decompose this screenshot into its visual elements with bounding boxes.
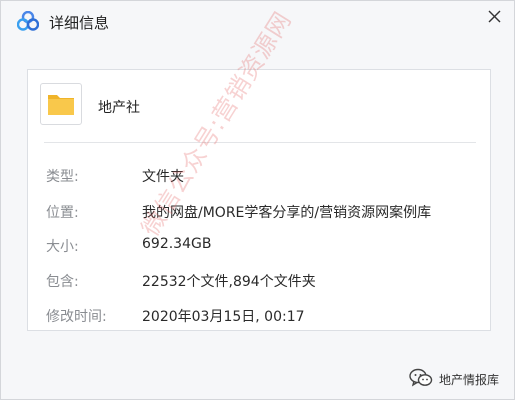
wechat-account-badge: 地产情报库 (409, 367, 511, 389)
size-value: 692.34GB (142, 236, 212, 252)
details-dialog: 详细信息 地产社 类型: 文件夹 位置: 我的网盘/MORE学客分享的/营销资源… (0, 0, 515, 400)
folder-name: 地产社 (98, 100, 140, 116)
dialog-title: 详细信息 (49, 14, 110, 32)
type-label: 类型: (46, 169, 79, 185)
folder-icon (48, 95, 74, 115)
divider (44, 142, 476, 143)
modified-time-label: 修改时间: (46, 309, 107, 325)
close-button[interactable] (479, 3, 511, 31)
type-value: 文件夹 (142, 169, 184, 185)
details-panel: 地产社 类型: 文件夹 位置: 我的网盘/MORE学客分享的/营销资源网案例库 … (27, 69, 491, 331)
size-label: 大小: (46, 239, 79, 255)
folder-thumbnail (40, 83, 82, 125)
title-bar: 详细信息 (1, 1, 514, 43)
contains-label: 包含: (46, 274, 79, 290)
contains-value: 22532个文件,894个文件夹 (142, 274, 316, 290)
location-value: 我的网盘/MORE学客分享的/营销资源网案例库 (142, 205, 432, 221)
wechat-account-name: 地产情报库 (439, 373, 500, 387)
close-icon (488, 10, 501, 23)
baidu-netdisk-logo-icon (16, 10, 40, 31)
location-label: 位置: (46, 205, 79, 221)
wechat-icon (409, 367, 433, 389)
modified-time-value: 2020年03月15日, 00:17 (142, 309, 305, 325)
